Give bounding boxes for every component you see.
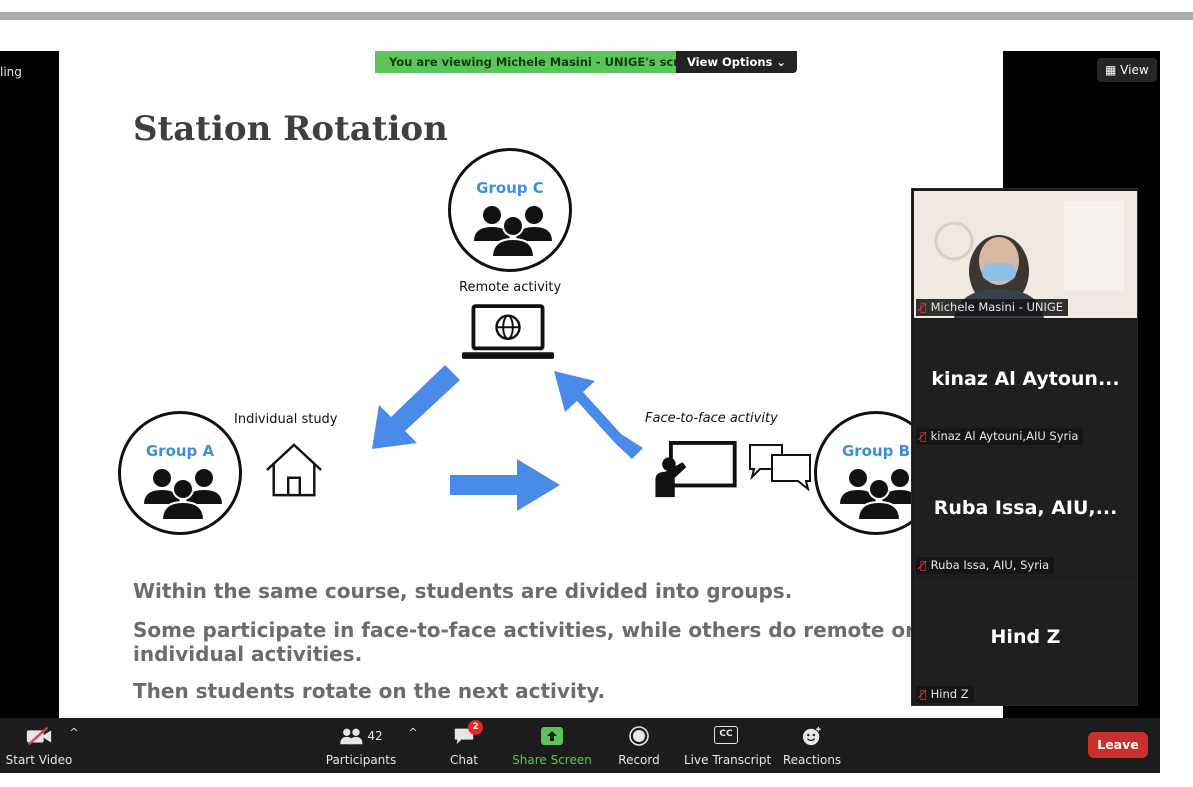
screen-share-banner: You are viewing Michele Masini - UNIGE's… <box>375 51 797 73</box>
live-transcript-label: Live Transcript <box>684 753 772 767</box>
view-options-label: View Options <box>686 55 773 69</box>
video-tile-kinaz[interactable]: kinaz Al Aytoun... 🎙̸ kinaz Al Aytouni,A… <box>914 320 1137 447</box>
record-button[interactable]: Record <box>614 718 664 773</box>
shared-screen: Station Rotation Group C Remote activity… <box>59 51 1003 718</box>
participant-display-name: Hind Z <box>990 626 1061 648</box>
zoom-window: ling Station Rotation Group C Remote act… <box>0 51 1160 773</box>
bullet-3: Then students rotate on the next activit… <box>133 679 606 703</box>
participant-gallery[interactable]: 🎙̸ Michele Masini - UNIGE kinaz Al Aytou… <box>911 188 1138 706</box>
bullet-2-cont: individual activities. <box>133 642 363 666</box>
chat-badge: 2 <box>468 720 483 735</box>
mic-muted-icon: 🎙̸ <box>920 558 927 572</box>
meeting-toolbar: Start Video ^ 42 Participants ^ 2 Chat S… <box>0 718 1160 773</box>
reactions-label: Reactions <box>782 753 842 767</box>
view-options-button[interactable]: View Options ⌄ <box>676 51 797 73</box>
bullet-2: Some participate in face-to-face activit… <box>133 618 915 642</box>
participant-label: 🎙̸ kinaz Al Aytouni,AIU Syria <box>916 428 1084 445</box>
mic-muted-icon: 🎙̸ <box>920 429 927 443</box>
arrow-to-group-c <box>554 371 643 459</box>
participant-display-name: kinaz Al Aytoun... <box>931 368 1120 390</box>
participant-label: 🎙̸ Hind Z <box>916 686 974 703</box>
participants-label: Participants <box>325 753 397 767</box>
video-off-icon <box>26 726 52 746</box>
smiley-icon <box>802 726 821 746</box>
participant-label: 🎙̸ Michele Masini - UNIGE <box>916 299 1069 316</box>
chevron-down-icon: ⌄ <box>776 55 787 69</box>
record-label: Record <box>618 753 660 767</box>
top-divider <box>0 12 1193 20</box>
video-tile-michele[interactable]: 🎙̸ Michele Masini - UNIGE <box>914 191 1137 318</box>
viewing-banner-text: You are viewing Michele Masini - UNIGE's… <box>375 51 703 73</box>
video-tile-ruba[interactable]: Ruba Issa, AIU,... 🎙̸ Ruba Issa, AIU, Sy… <box>914 449 1137 576</box>
participants-icon <box>340 728 363 745</box>
view-layout-button[interactable]: ▦ View <box>1097 58 1157 82</box>
participants-count: 42 <box>367 729 383 743</box>
mic-muted-icon: 🎙̸ <box>920 300 927 314</box>
mic-muted-icon: 🎙̸ <box>920 687 927 701</box>
chat-button[interactable]: 2 Chat <box>440 718 488 773</box>
start-video-label: Start Video <box>5 753 73 767</box>
leave-button[interactable]: Leave <box>1088 732 1148 758</box>
recording-label: ling <box>0 65 22 79</box>
view-layout-label: View <box>1120 63 1149 77</box>
video-options-caret[interactable]: ^ <box>66 726 82 746</box>
participant-display-name: Ruba Issa, AIU,... <box>933 497 1118 519</box>
cc-icon: CC <box>714 726 738 744</box>
grid-icon: ▦ <box>1105 63 1117 77</box>
live-transcript-button[interactable]: CC Live Transcript <box>684 718 772 773</box>
participants-button[interactable]: 42 Participants <box>322 718 400 773</box>
participant-label: 🎙̸ Ruba Issa, AIU, Syria <box>916 557 1055 574</box>
video-tile-hind[interactable]: Hind Z 🎙̸ Hind Z <box>914 578 1137 705</box>
bullet-1: Within the same course, students are div… <box>133 579 793 603</box>
record-icon <box>629 726 649 746</box>
chevron-up-icon: ^ <box>408 726 418 739</box>
chat-label: Chat <box>449 753 479 767</box>
share-screen-label: Share Screen <box>512 753 592 767</box>
reactions-button[interactable]: Reactions <box>782 718 842 773</box>
share-screen-button[interactable]: Share Screen <box>512 718 592 773</box>
share-screen-icon <box>541 727 563 745</box>
arrow-to-group-a <box>372 365 460 449</box>
chevron-up-icon: ^ <box>69 726 79 739</box>
start-video-button[interactable]: Start Video <box>4 718 74 773</box>
arrow-to-group-b <box>450 459 560 511</box>
participants-options-caret[interactable]: ^ <box>405 726 421 746</box>
